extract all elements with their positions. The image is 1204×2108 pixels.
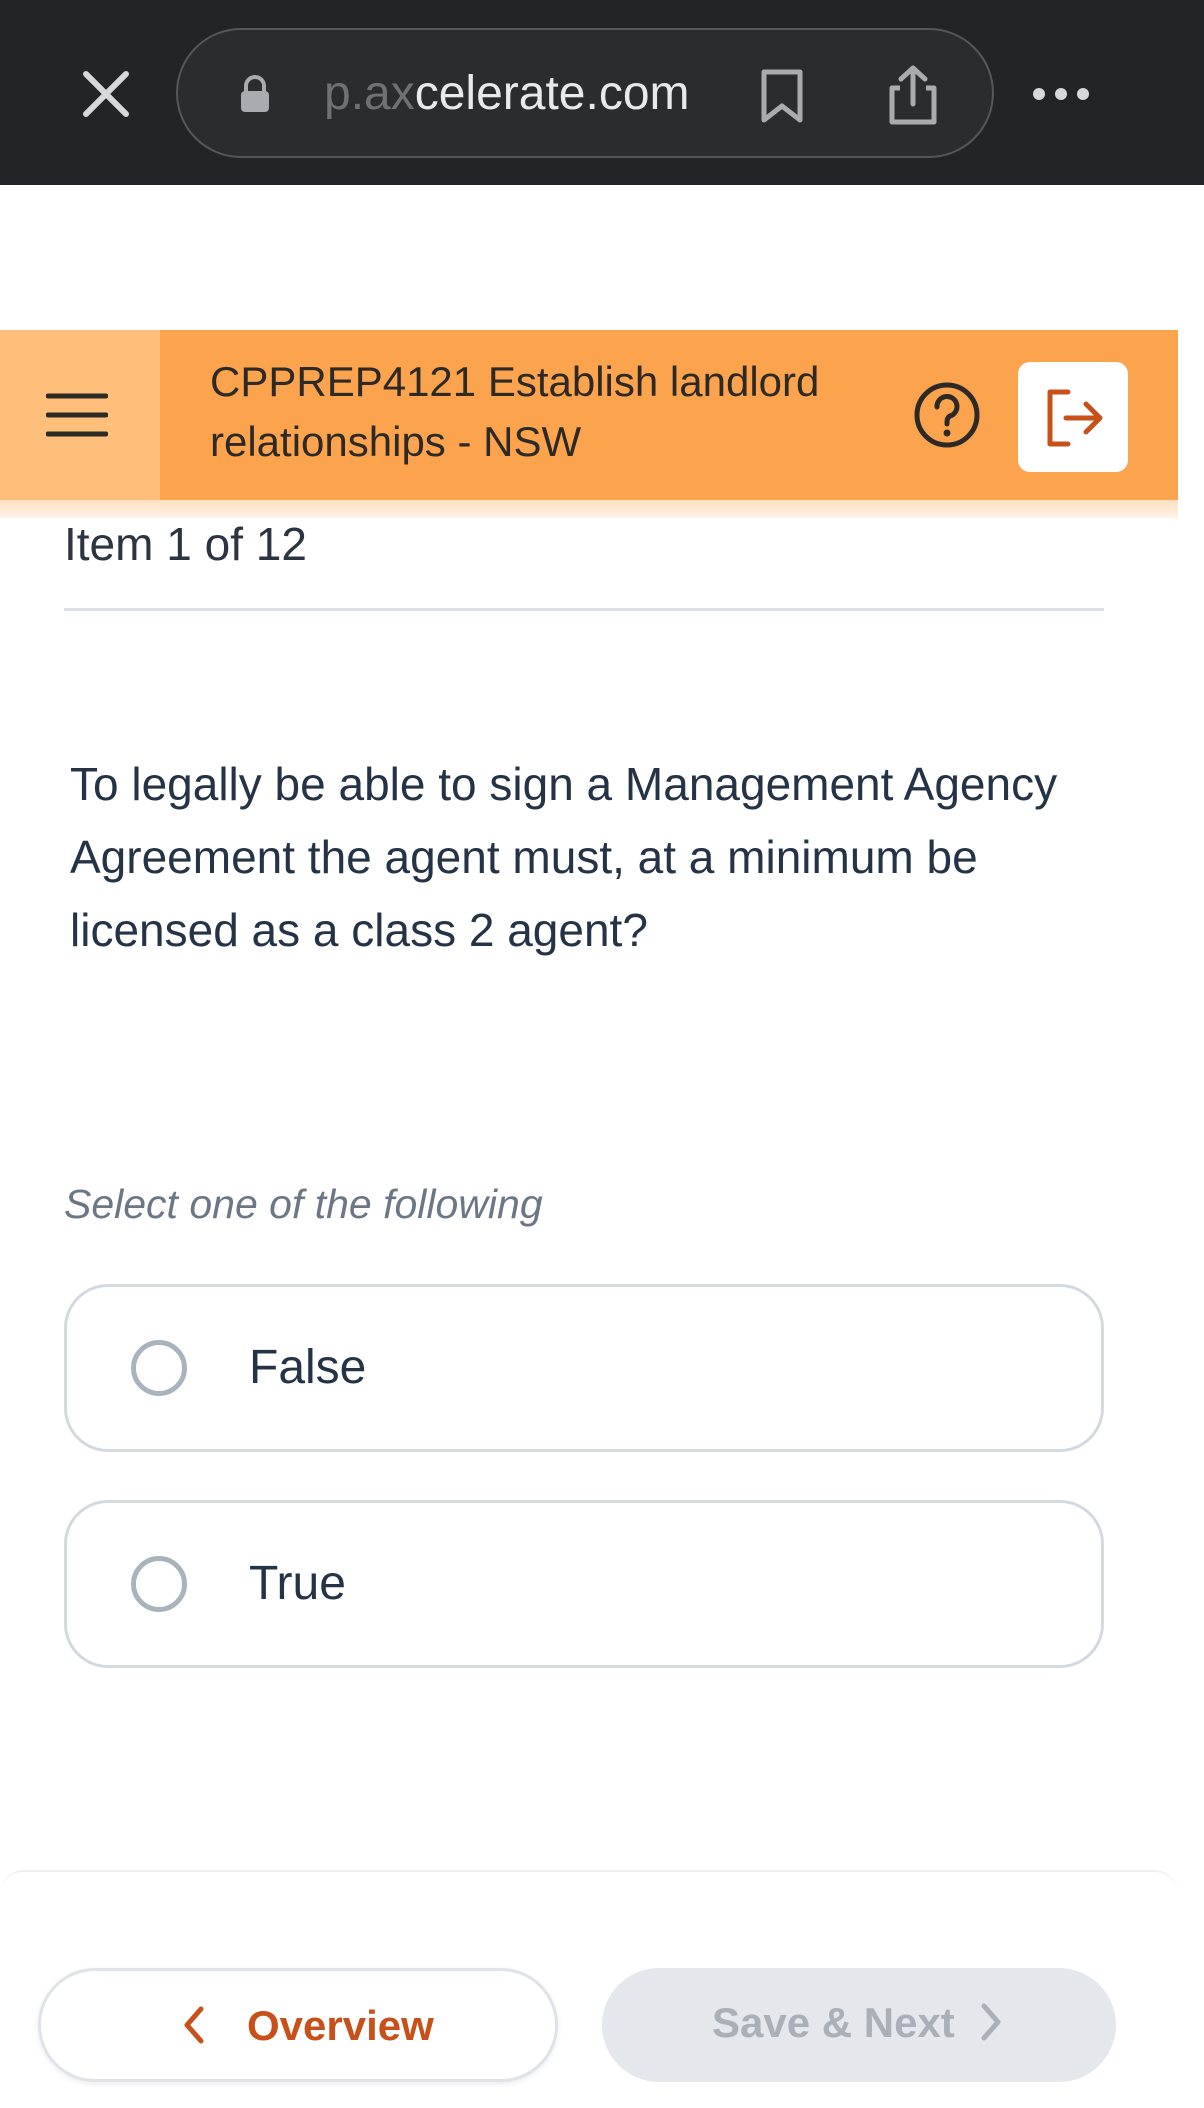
overview-button[interactable]: Overview	[38, 1968, 558, 2082]
overview-button-label: Overview	[247, 2002, 434, 2049]
bookmark-icon[interactable]	[758, 68, 806, 124]
save-next-button[interactable]: Save & Next	[602, 1968, 1116, 2082]
divider	[64, 608, 1104, 611]
answer-option-label: True	[249, 1557, 346, 1610]
chevron-right-icon	[981, 2003, 1001, 2041]
menu-icon	[46, 393, 108, 437]
page-title-line-1: CPPREP4121 Establish landlord	[210, 358, 820, 405]
answer-option-true[interactable]: True	[64, 1500, 1104, 1668]
close-icon[interactable]	[78, 66, 134, 122]
radio-button[interactable]	[131, 1556, 187, 1612]
item-counter: Item 1 of 12	[64, 518, 307, 570]
more-icon[interactable]	[1032, 80, 1090, 108]
question-text: To legally be able to sign a Management …	[70, 758, 1058, 956]
url-text: p.axcelerate.com	[324, 67, 690, 120]
radio-button[interactable]	[131, 1340, 187, 1396]
menu-button[interactable]	[0, 330, 160, 500]
logout-icon	[1047, 389, 1103, 447]
logout-button[interactable]	[1018, 362, 1128, 472]
share-icon[interactable]	[886, 64, 940, 126]
save-next-button-label: Save & Next	[712, 1999, 955, 2046]
help-icon[interactable]	[912, 380, 982, 450]
answer-option-label: False	[249, 1341, 367, 1394]
answer-option-false[interactable]: False	[64, 1284, 1104, 1452]
instruction-text: Select one of the following	[64, 1181, 543, 1227]
lock-icon	[241, 75, 269, 112]
address-bar[interactable]: p.axcelerate.com	[176, 28, 994, 158]
app-header: CPPREP4121 Establish landlord relationsh…	[0, 330, 1178, 500]
chevron-left-icon	[184, 2006, 204, 2044]
page-title-line-2: relationships - NSW	[210, 418, 582, 465]
footer-bar: Overview Save & Next	[0, 1870, 1178, 2108]
page-title: CPPREP4121 Establish landlord relationsh…	[210, 352, 850, 472]
browser-toolbar: p.axcelerate.com	[0, 0, 1204, 185]
